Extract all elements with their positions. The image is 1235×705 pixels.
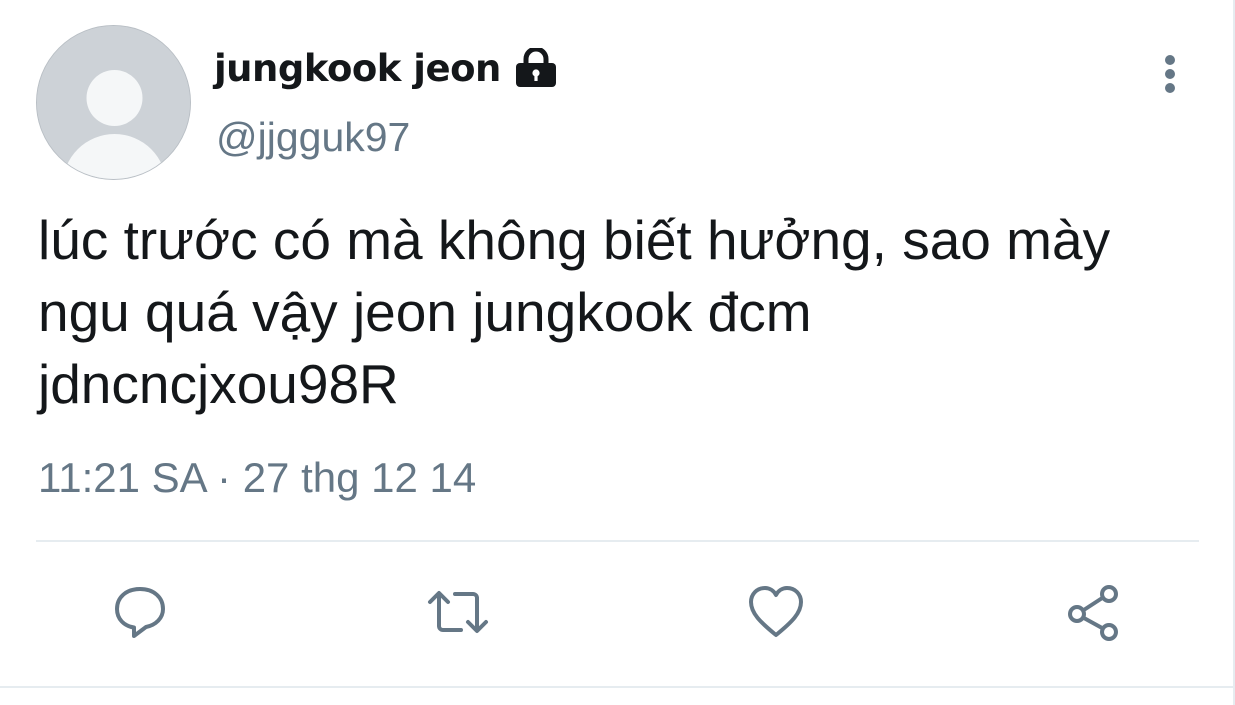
share-icon (1068, 585, 1118, 641)
author-handle[interactable]: @jjgguk97 (216, 114, 410, 161)
tweet-timestamp[interactable]: 11:21 SA · 27 thg 12 14 (38, 454, 476, 502)
divider (36, 540, 1199, 542)
reply-button[interactable] (108, 580, 172, 644)
retweet-button[interactable] (426, 580, 490, 644)
share-button[interactable] (1062, 580, 1126, 644)
tweet-detail: jungkook jeon @jjgguk97 lúc trước có mà … (0, 0, 1235, 705)
author-name-row: jungkook jeon (214, 40, 559, 96)
default-avatar-icon (37, 26, 190, 179)
bottom-divider (0, 686, 1235, 688)
more-options-icon[interactable] (1150, 52, 1190, 96)
reply-icon (115, 587, 165, 638)
avatar[interactable] (36, 25, 191, 180)
tweet-text: lúc trước có mà không biết hưởng, sao mà… (38, 209, 1111, 415)
retweet-icon (428, 591, 488, 633)
lock-icon (513, 46, 559, 88)
heart-icon (749, 586, 803, 637)
author-display-name[interactable]: jungkook jeon (214, 47, 501, 90)
like-button[interactable] (744, 580, 808, 644)
